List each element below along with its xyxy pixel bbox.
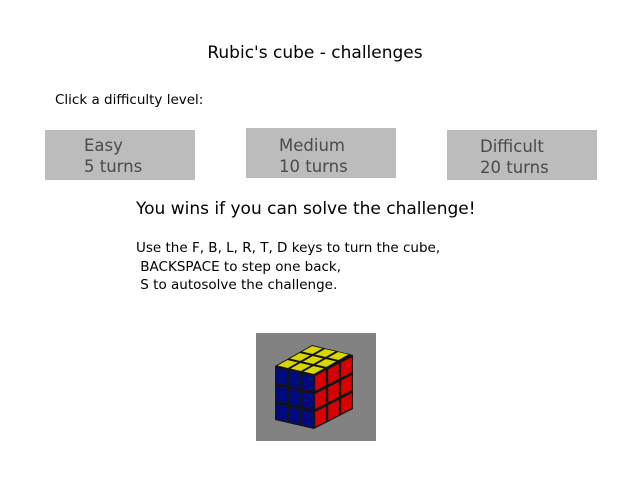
left-face-sticker <box>301 409 314 428</box>
win-condition-text: You wins if you can solve the challenge! <box>136 199 476 219</box>
page-title: Rubic's cube - challenges <box>207 43 423 63</box>
left-face-sticker <box>275 367 288 386</box>
medium-turns: 10 turns <box>279 157 348 176</box>
left-face-sticker <box>301 391 314 410</box>
left-face-sticker <box>288 388 301 407</box>
medium-button[interactable]: Medium 10 turns <box>246 128 396 178</box>
left-face-sticker <box>275 403 288 422</box>
difficult-label: Difficult <box>480 137 544 156</box>
instructions-text: Use the F, B, L, R, T, D keys to turn th… <box>136 239 440 295</box>
left-face-sticker <box>301 373 314 392</box>
instructions-line-1: Use the F, B, L, R, T, D keys to turn th… <box>136 240 441 256</box>
easy-label: Easy <box>84 136 123 155</box>
instructions-line-3: S to autosolve the challenge. <box>136 277 338 293</box>
easy-button[interactable]: Easy 5 turns <box>45 130 195 180</box>
easy-turns: 5 turns <box>84 157 143 176</box>
difficult-button[interactable]: Difficult 20 turns <box>447 130 597 180</box>
medium-label: Medium <box>279 136 345 155</box>
left-face-sticker <box>275 385 288 404</box>
rubiks-cube-graphic <box>275 345 353 429</box>
difficulty-prompt: Click a difficulty level: <box>55 92 204 108</box>
left-face-sticker <box>288 406 301 425</box>
rubiks-cube-view[interactable] <box>256 333 376 441</box>
difficult-turns: 20 turns <box>480 158 549 177</box>
left-face-sticker <box>288 370 301 389</box>
instructions-line-2: BACKSPACE to step one back, <box>136 258 342 275</box>
